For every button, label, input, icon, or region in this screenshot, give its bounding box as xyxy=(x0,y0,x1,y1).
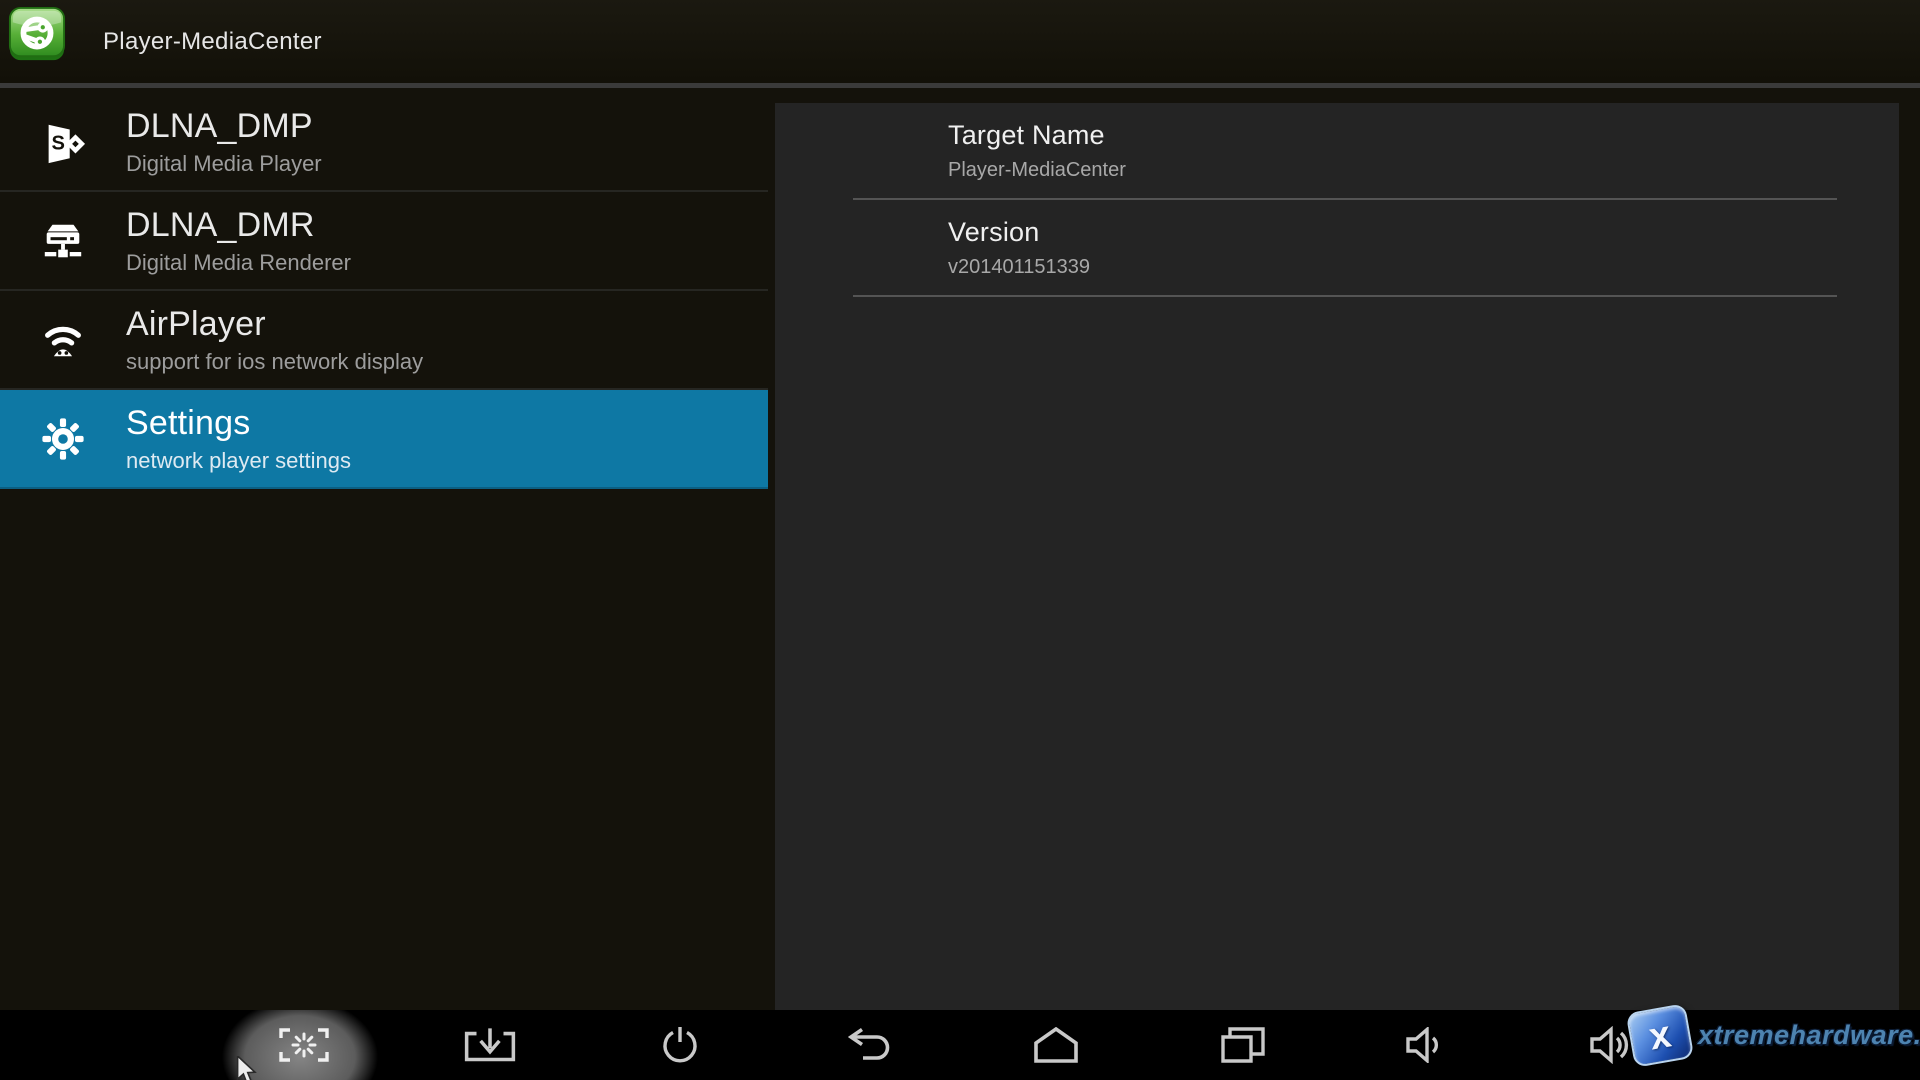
sidebar-item-label: DLNA_DMP xyxy=(126,107,313,145)
sidebar-item-dlna-dmp[interactable]: S DLNA_DMP Digital Media Player xyxy=(0,93,768,192)
mouse-cursor xyxy=(235,1054,261,1080)
home-button[interactable] xyxy=(991,1010,1121,1080)
save-button[interactable] xyxy=(425,1010,555,1080)
sidebar-item-airplayer[interactable]: AirPlayer support for ios network displa… xyxy=(0,291,768,390)
target-name-value: Player-MediaCenter xyxy=(948,159,1126,181)
sidebar-item-sublabel: support for ios network display xyxy=(126,349,424,374)
app-screen: Player-MediaCenter S DLNA_DMP Digital Me… xyxy=(0,0,1920,1080)
power-icon xyxy=(659,1025,701,1065)
sidebar-item-sublabel: Digital Media Player xyxy=(126,151,322,176)
back-arrow-icon xyxy=(848,1028,892,1062)
dlna-dmr-icon xyxy=(0,218,126,264)
volume-down-icon xyxy=(1406,1027,1450,1063)
target-name-label: Target Name xyxy=(948,120,1105,150)
home-icon xyxy=(1032,1027,1080,1063)
sidebar-item-label: Settings xyxy=(126,404,251,442)
watermark: x xtremehardware.com xyxy=(1625,1003,1920,1068)
recent-apps-icon xyxy=(1220,1027,1266,1063)
sidebar-item-settings[interactable]: Settings network player settings xyxy=(0,390,768,489)
svg-text:S: S xyxy=(51,132,64,154)
sidebar-item-label: AirPlayer xyxy=(126,305,266,343)
screen-scale-icon xyxy=(277,1025,331,1065)
target-name-row[interactable]: Target Name Player-MediaCenter xyxy=(775,103,1899,200)
sidebar-list: S DLNA_DMP Digital Media Player DLNA_DMR… xyxy=(0,93,768,489)
power-button[interactable] xyxy=(615,1010,745,1080)
watermark-logo-letter: x xyxy=(1645,1012,1675,1059)
sidebar-item-dlna-dmr[interactable]: DLNA_DMR Digital Media Renderer xyxy=(0,192,768,291)
wifi-android-icon xyxy=(0,317,126,363)
settings-detail-panel: Target Name Player-MediaCenter Version v… xyxy=(775,103,1899,1010)
version-row[interactable]: Version v201401151339 xyxy=(775,200,1899,297)
title-bar: Player-MediaCenter xyxy=(0,0,1920,88)
gear-icon xyxy=(0,416,126,462)
divider xyxy=(853,295,1837,297)
sidebar-item-sublabel: Digital Media Renderer xyxy=(126,250,351,275)
version-value: v201401151339 xyxy=(948,256,1090,278)
volume-down-button[interactable] xyxy=(1363,1010,1493,1080)
sidebar-item-sublabel: network player settings xyxy=(126,448,351,473)
sidebar-item-label: DLNA_DMR xyxy=(126,206,315,244)
page-title: Player-MediaCenter xyxy=(103,27,322,55)
share-network-icon xyxy=(8,6,66,64)
version-label: Version xyxy=(948,217,1040,247)
back-button[interactable] xyxy=(805,1010,935,1080)
xtremehardware-logo: x xyxy=(1625,1003,1695,1068)
watermark-text: xtremehardware.com xyxy=(1698,1020,1920,1050)
dlna-dmp-icon: S xyxy=(0,119,126,165)
save-download-icon xyxy=(463,1027,517,1063)
recents-button[interactable] xyxy=(1178,1010,1308,1080)
